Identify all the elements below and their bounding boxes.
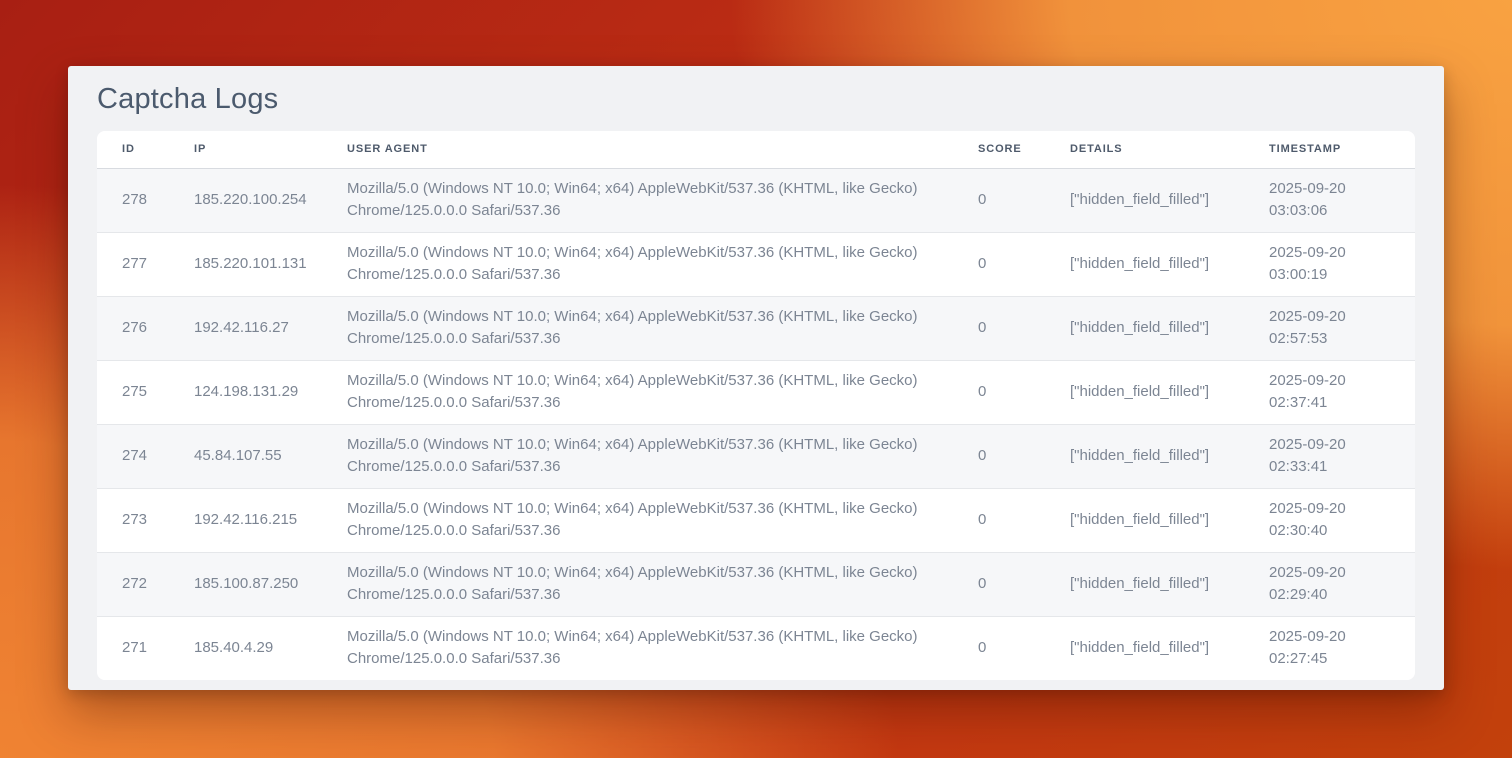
table-header: ID IP USER AGENT SCORE DETAILS TIMESTAMP [97,131,1415,168]
cell-details: ["hidden_field_filled"] [1070,552,1269,616]
cell-ip: 185.100.87.250 [194,552,347,616]
table-row: 273192.42.116.215Mozilla/5.0 (Windows NT… [97,488,1415,552]
column-header-score: SCORE [978,131,1070,168]
cell-ip: 185.40.4.29 [194,616,347,680]
cell-timestamp: 2025-09-20 03:03:06 [1269,168,1415,232]
column-header-id: ID [97,131,194,168]
cell-id: 272 [97,552,194,616]
cell-ip: 192.42.116.27 [194,296,347,360]
cell-score: 0 [978,360,1070,424]
cell-score: 0 [978,424,1070,488]
cell-score: 0 [978,296,1070,360]
cell-timestamp: 2025-09-20 02:30:40 [1269,488,1415,552]
cell-user_agent: Mozilla/5.0 (Windows NT 10.0; Win64; x64… [347,552,978,616]
captcha-logs-table: ID IP USER AGENT SCORE DETAILS TIMESTAMP… [97,131,1415,680]
cell-timestamp: 2025-09-20 02:57:53 [1269,296,1415,360]
cell-timestamp: 2025-09-20 02:37:41 [1269,360,1415,424]
page-title: Captcha Logs [97,83,1415,116]
cell-id: 274 [97,424,194,488]
cell-user_agent: Mozilla/5.0 (Windows NT 10.0; Win64; x64… [347,232,978,296]
table-row: 278185.220.100.254Mozilla/5.0 (Windows N… [97,168,1415,232]
column-header-timestamp: TIMESTAMP [1269,131,1415,168]
captcha-logs-card: Captcha Logs ID IP USER AGENT SCORE DETA… [68,66,1444,690]
cell-user_agent: Mozilla/5.0 (Windows NT 10.0; Win64; x64… [347,488,978,552]
cell-ip: 192.42.116.215 [194,488,347,552]
cell-details: ["hidden_field_filled"] [1070,616,1269,680]
cell-ip: 185.220.101.131 [194,232,347,296]
table-row: 276192.42.116.27Mozilla/5.0 (Windows NT … [97,296,1415,360]
table-header-row: ID IP USER AGENT SCORE DETAILS TIMESTAMP [97,131,1415,168]
cell-details: ["hidden_field_filled"] [1070,296,1269,360]
cell-timestamp: 2025-09-20 02:33:41 [1269,424,1415,488]
cell-timestamp: 2025-09-20 02:27:45 [1269,616,1415,680]
cell-score: 0 [978,488,1070,552]
cell-timestamp: 2025-09-20 02:29:40 [1269,552,1415,616]
page-background: { "page": { "title": "Captcha Logs" }, "… [0,0,1512,758]
table-row: 277185.220.101.131Mozilla/5.0 (Windows N… [97,232,1415,296]
cell-user_agent: Mozilla/5.0 (Windows NT 10.0; Win64; x64… [347,360,978,424]
cell-id: 271 [97,616,194,680]
table-row: 27445.84.107.55Mozilla/5.0 (Windows NT 1… [97,424,1415,488]
cell-timestamp: 2025-09-20 03:00:19 [1269,232,1415,296]
cell-details: ["hidden_field_filled"] [1070,232,1269,296]
captcha-logs-table-container: ID IP USER AGENT SCORE DETAILS TIMESTAMP… [97,131,1415,680]
table-row: 271185.40.4.29Mozilla/5.0 (Windows NT 10… [97,616,1415,680]
cell-details: ["hidden_field_filled"] [1070,360,1269,424]
table-body: 278185.220.100.254Mozilla/5.0 (Windows N… [97,168,1415,680]
cell-score: 0 [978,552,1070,616]
cell-ip: 45.84.107.55 [194,424,347,488]
cell-details: ["hidden_field_filled"] [1070,488,1269,552]
table-row: 272185.100.87.250Mozilla/5.0 (Windows NT… [97,552,1415,616]
column-header-user-agent: USER AGENT [347,131,978,168]
cell-user_agent: Mozilla/5.0 (Windows NT 10.0; Win64; x64… [347,168,978,232]
cell-ip: 185.220.100.254 [194,168,347,232]
cell-details: ["hidden_field_filled"] [1070,168,1269,232]
column-header-ip: IP [194,131,347,168]
cell-score: 0 [978,168,1070,232]
cell-id: 273 [97,488,194,552]
cell-score: 0 [978,232,1070,296]
cell-id: 278 [97,168,194,232]
cell-user_agent: Mozilla/5.0 (Windows NT 10.0; Win64; x64… [347,616,978,680]
column-header-details: DETAILS [1070,131,1269,168]
cell-ip: 124.198.131.29 [194,360,347,424]
cell-id: 276 [97,296,194,360]
cell-id: 275 [97,360,194,424]
cell-id: 277 [97,232,194,296]
cell-score: 0 [978,616,1070,680]
cell-user_agent: Mozilla/5.0 (Windows NT 10.0; Win64; x64… [347,296,978,360]
table-row: 275124.198.131.29Mozilla/5.0 (Windows NT… [97,360,1415,424]
cell-details: ["hidden_field_filled"] [1070,424,1269,488]
cell-user_agent: Mozilla/5.0 (Windows NT 10.0; Win64; x64… [347,424,978,488]
